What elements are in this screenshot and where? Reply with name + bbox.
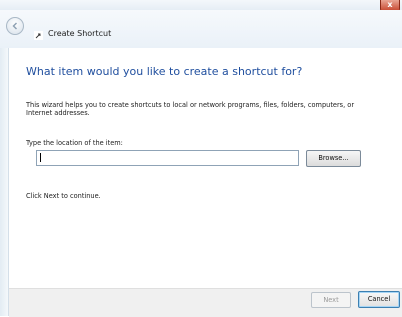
wizard-description: This wizard helps you to create shortcut… (26, 101, 355, 117)
back-arrow-icon (12, 22, 18, 30)
close-icon: x (387, 0, 393, 9)
shortcut-arrow-icon (34, 31, 43, 40)
wizard-content (9, 48, 402, 288)
location-input[interactable] (36, 150, 299, 166)
window-title: Create Shortcut (48, 29, 112, 38)
next-button[interactable]: Next (311, 292, 351, 308)
create-shortcut-dialog: x Create Shortcut What item would you li… (0, 0, 402, 317)
continue-instruction: Click Next to continue. (26, 192, 101, 200)
window-frame-left (0, 48, 9, 316)
browse-button[interactable]: Browse... (306, 150, 361, 167)
page-heading: What item would you like to create a sho… (26, 65, 303, 78)
window-frame-top (0, 0, 402, 10)
text-caret (40, 153, 41, 162)
back-button[interactable] (6, 17, 24, 35)
location-label: Type the location of the item: (26, 139, 123, 147)
cancel-button[interactable]: Cancel (358, 291, 400, 308)
